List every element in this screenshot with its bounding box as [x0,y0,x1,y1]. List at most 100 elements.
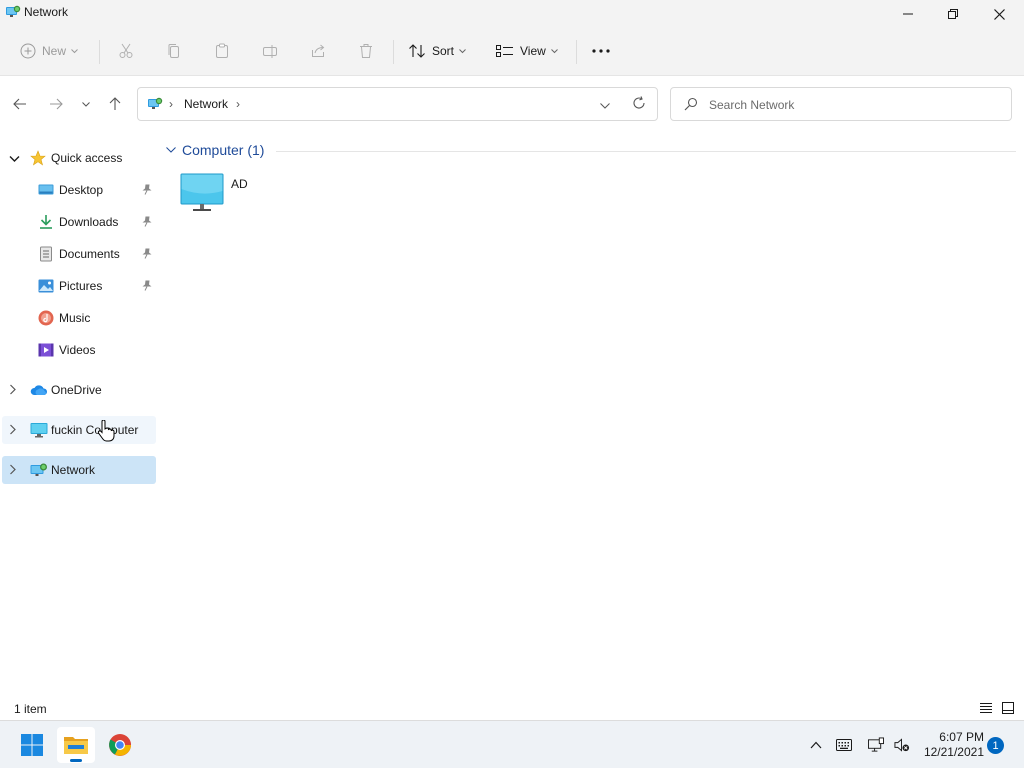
pin-icon [142,216,152,230]
delete-icon [360,44,372,58]
plus-circle-icon [20,43,36,59]
chevron-down-icon [166,147,176,153]
maximize-icon [948,9,958,19]
up-button[interactable] [106,95,124,113]
volume-button[interactable] [894,737,910,753]
sidebar-item-music[interactable]: Music [2,304,156,332]
sidebar-item-downloads[interactable]: Downloads [2,208,156,236]
file-explorer-icon [64,737,88,754]
sidebar-item-label: Desktop [59,183,104,197]
search-input[interactable] [709,96,999,114]
maximize-button[interactable] [930,0,976,28]
refresh-button[interactable] [632,96,646,113]
expand-chevron-icon[interactable] [9,424,17,438]
network-status-button[interactable] [868,737,884,753]
sidebar-item-pictures[interactable]: Pictures [2,272,156,300]
taskbar: 6:07 PM 12/21/2021 1 [0,720,1024,768]
network-status-icon [868,737,884,752]
refresh-icon [633,96,645,109]
expand-chevron-icon[interactable] [9,464,17,478]
sidebar-item-documents[interactable]: Documents [2,240,156,268]
view-label: View [520,44,546,58]
chevron-down-icon [82,101,90,107]
view-icon [496,45,513,57]
copy-button[interactable] [166,38,182,64]
sidebar-item-label: Network [51,463,96,477]
sort-icon [409,44,425,58]
sidebar-item-label: Downloads [59,215,119,229]
new-button[interactable]: New [20,38,78,64]
group-header[interactable]: Computer (1) [166,142,264,158]
documents-icon [38,246,54,262]
address-bar[interactable]: › Network › [137,87,658,121]
chevron-down-icon [71,48,78,53]
arrow-right-icon [50,98,63,110]
close-button[interactable] [976,0,1022,28]
tiles-view-button[interactable] [1001,701,1017,717]
window-title: Network [24,5,69,19]
breadcrumb-separator[interactable]: › [169,97,173,111]
pictures-icon [38,278,54,294]
title-bar: Network [0,0,1024,28]
share-button[interactable] [310,38,326,64]
sort-button[interactable]: Sort [408,38,466,64]
network-item[interactable]: AD [178,171,278,215]
notification-badge[interactable]: 1 [987,737,1004,754]
start-button[interactable] [13,727,51,763]
command-bar: New Sort View [0,28,1024,76]
cut-button[interactable] [118,38,134,64]
view-button[interactable]: View [496,38,558,64]
recent-locations-button[interactable] [77,95,95,113]
navigation-row: › Network › [0,77,1024,131]
group-divider [276,151,1016,152]
separator [393,40,394,64]
item-count: 1 item [14,702,47,716]
separator [99,40,100,64]
delete-button[interactable] [358,38,374,64]
breadcrumb-separator[interactable]: › [236,97,240,111]
sidebar-item-label: Pictures [59,279,103,293]
share-icon [312,44,325,57]
paste-icon [216,43,228,58]
item-name: AD [231,177,248,191]
back-button[interactable] [11,95,29,113]
sidebar-item-label: Quick access [51,151,123,165]
chevron-down-icon [550,48,558,53]
breadcrumb-network[interactable]: Network [184,97,228,111]
expand-chevron-icon[interactable] [9,384,17,398]
keyboard-icon [836,739,852,751]
search-icon [684,97,698,114]
sort-label: Sort [432,44,455,58]
show-hidden-icons-button[interactable] [808,737,824,753]
pin-icon [142,248,152,262]
search-box[interactable] [670,87,1012,121]
minimize-button[interactable] [885,0,931,28]
start-icon [21,734,43,756]
sidebar-item-network[interactable]: Network [2,456,156,484]
copy-icon [168,44,179,58]
paste-button[interactable] [214,38,230,64]
address-history-dropdown[interactable] [600,98,610,112]
clock[interactable]: 6:07 PM 12/21/2021 [920,730,984,760]
videos-icon [38,342,54,358]
status-bar: 1 item [0,698,1024,720]
tiles-view-icon [1002,702,1014,714]
sidebar-item-onedrive[interactable]: OneDrive [2,376,156,404]
more-button[interactable] [592,38,610,64]
rename-button[interactable] [262,38,278,64]
keyboard-button[interactable] [836,737,852,753]
pin-icon [142,280,152,294]
sidebar-item-desktop[interactable]: Desktop [2,176,156,204]
chevron-up-icon [810,741,822,749]
collapse-chevron-icon[interactable] [9,152,20,166]
details-view-button[interactable] [979,701,995,717]
taskbar-chrome[interactable] [101,727,139,763]
clock-date: 12/21/2021 [923,745,984,759]
sidebar-item-videos[interactable]: Videos [2,336,156,364]
sidebar-item-label: Documents [59,247,120,261]
sidebar-item-this-pc[interactable]: fuckin Computer [2,416,156,444]
taskbar-file-explorer[interactable] [57,727,95,763]
forward-button[interactable] [47,95,65,113]
desktop-icon [38,182,54,198]
sidebar-item-quick-access[interactable]: Quick access [2,144,156,172]
